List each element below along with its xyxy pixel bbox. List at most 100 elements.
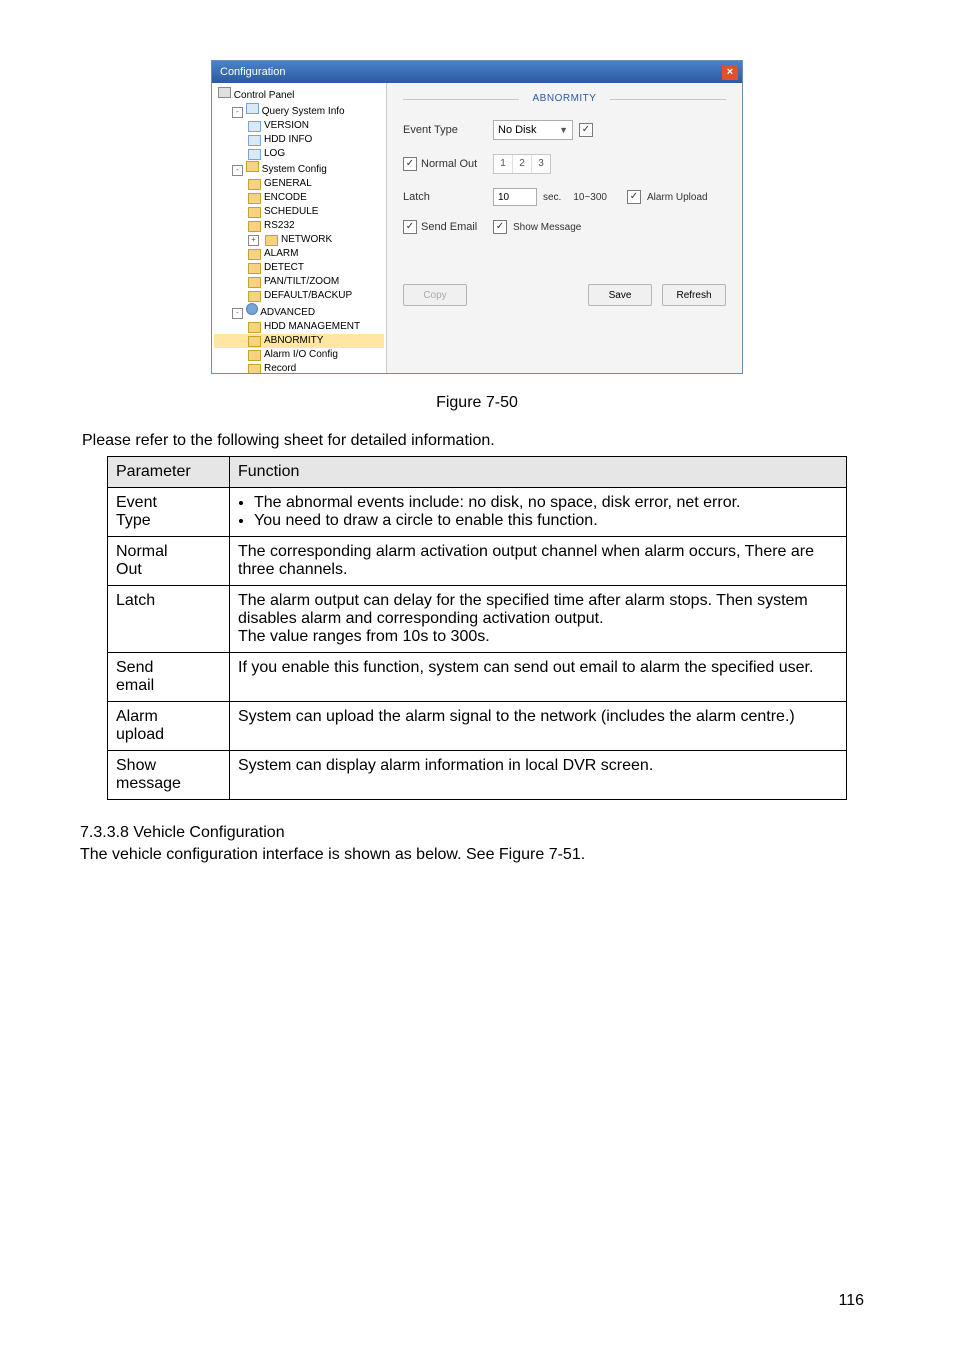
sidebar-item-label: System Config: [262, 164, 327, 175]
show-message-checkbox[interactable]: [493, 220, 507, 234]
event-type-value: No Disk: [498, 124, 537, 136]
event-type-label: Event Type: [403, 124, 493, 136]
table-row: NormalOutThe corresponding alarm activat…: [108, 537, 847, 586]
folder-icon: [248, 221, 261, 232]
sidebar-item[interactable]: ENCODE: [214, 191, 384, 205]
channel-cell[interactable]: 2: [513, 155, 532, 173]
refresh-button[interactable]: Refresh: [662, 284, 726, 306]
table-row: EventTypeThe abnormal events include: no…: [108, 488, 847, 537]
param-function: The corresponding alarm activation outpu…: [230, 537, 847, 586]
expander-icon[interactable]: -: [232, 107, 243, 118]
expander-icon[interactable]: -: [232, 308, 243, 319]
normal-out-checkbox[interactable]: [403, 157, 417, 171]
sidebar-item-label: DEFAULT/BACKUP: [264, 289, 352, 303]
latch-input[interactable]: 10: [493, 188, 537, 206]
sidebar-item-label: ADVANCED: [260, 307, 315, 318]
sidebar-item[interactable]: VERSION: [214, 119, 384, 133]
param-name: Showmessage: [108, 751, 230, 800]
parameter-table: Parameter Function EventTypeThe abnormal…: [107, 456, 847, 800]
file-icon: [248, 121, 261, 132]
send-email-checkbox[interactable]: [403, 220, 417, 234]
table-header-function: Function: [230, 457, 847, 488]
page-number: 116: [838, 1292, 864, 1310]
latch-range: 10~300: [573, 192, 607, 203]
sidebar-item-label: GENERAL: [264, 177, 312, 191]
sidebar-item[interactable]: HDD INFO: [214, 133, 384, 147]
sidebar-item-label: PAN/TILT/ZOOM: [264, 275, 339, 289]
channel-cell[interactable]: 3: [532, 155, 550, 173]
channel-selector[interactable]: 123: [493, 154, 551, 174]
sidebar-item[interactable]: PAN/TILT/ZOOM: [214, 275, 384, 289]
sidebar-item-label: RS232: [264, 219, 295, 233]
folder-icon: [265, 235, 278, 246]
sidebar-item-label: SCHEDULE: [264, 205, 318, 219]
alarm-upload-checkbox[interactable]: [627, 190, 641, 204]
expander-icon[interactable]: +: [248, 235, 259, 246]
param-function: The abnormal events include: no disk, no…: [230, 488, 847, 537]
folder-icon: [248, 336, 261, 347]
show-message-label: Show Message: [513, 222, 581, 233]
sidebar-item[interactable]: ALARM: [214, 247, 384, 261]
param-function: System can upload the alarm signal to th…: [230, 702, 847, 751]
figure-caption: Figure 7-50: [80, 394, 874, 412]
sidebar-item-label: Alarm I/O Config: [264, 348, 338, 362]
alarm-upload-label: Alarm Upload: [647, 192, 708, 203]
sidebar-item[interactable]: DETECT: [214, 261, 384, 275]
sidebar-item[interactable]: + NETWORK: [214, 233, 384, 247]
param-function: The alarm output can delay for the speci…: [230, 586, 847, 653]
sidebar-item[interactable]: - Query System Info: [214, 103, 384, 119]
file-icon: [248, 149, 261, 160]
sidebar-item[interactable]: ABNORMITY: [214, 334, 384, 348]
sidebar-item-label: HDD MANAGEMENT: [264, 320, 360, 334]
world-icon: [246, 303, 258, 315]
sidebar-item[interactable]: Control Panel: [214, 87, 384, 103]
expander-icon[interactable]: -: [232, 165, 243, 176]
sidebar-item[interactable]: DEFAULT/BACKUP: [214, 289, 384, 303]
config-window: Configuration × Control Panel- Query Sys…: [211, 60, 743, 374]
table-row: AlarmuploadSystem can upload the alarm s…: [108, 702, 847, 751]
sidebar-item[interactable]: - System Config: [214, 161, 384, 177]
folder-icon: [248, 277, 261, 288]
main-panel: ABNORMITY Event Type No Disk ▼ Normal Ou…: [387, 83, 742, 373]
sidebar-item[interactable]: GENERAL: [214, 177, 384, 191]
normal-out-label: Normal Out: [421, 158, 477, 170]
section-body: The vehicle configuration interface is s…: [80, 846, 874, 864]
sidebar-item[interactable]: HDD MANAGEMENT: [214, 320, 384, 334]
event-type-select[interactable]: No Disk ▼: [493, 120, 573, 140]
param-name: Alarmupload: [108, 702, 230, 751]
file-icon: [246, 103, 259, 114]
sidebar-item-label: NETWORK: [281, 233, 332, 247]
sidebar-item[interactable]: Alarm I/O Config: [214, 348, 384, 362]
sidebar: Control Panel- Query System Info VERSION…: [212, 83, 387, 373]
sidebar-item-label: ABNORMITY: [264, 334, 323, 348]
table-row: ShowmessageSystem can display alarm info…: [108, 751, 847, 800]
group-title: ABNORMITY: [403, 93, 726, 104]
folder-icon: [248, 193, 261, 204]
sidebar-item-label: VERSION: [264, 119, 309, 133]
param-name: Latch: [108, 586, 230, 653]
channel-cell[interactable]: 1: [494, 155, 513, 173]
folder-icon: [248, 249, 261, 260]
sidebar-item[interactable]: LOG: [214, 147, 384, 161]
param-name: EventType: [108, 488, 230, 537]
sidebar-item-label: DETECT: [264, 261, 304, 275]
latch-label: Latch: [403, 191, 493, 203]
param-name: NormalOut: [108, 537, 230, 586]
latch-unit: sec.: [543, 192, 561, 203]
sidebar-item-label: LOG: [264, 147, 285, 161]
intro-text: Please refer to the following sheet for …: [82, 432, 874, 450]
send-email-label: Send Email: [421, 221, 477, 233]
sidebar-item[interactable]: RS232: [214, 219, 384, 233]
folder-icon: [248, 179, 261, 190]
event-type-enable-checkbox[interactable]: [579, 123, 593, 137]
window-title: Configuration: [220, 66, 285, 78]
chevron-down-icon: ▼: [553, 125, 568, 135]
sidebar-item[interactable]: Record: [214, 362, 384, 373]
param-function: System can display alarm information in …: [230, 751, 847, 800]
folder-icon: [248, 322, 261, 333]
sidebar-item[interactable]: SCHEDULE: [214, 205, 384, 219]
save-button[interactable]: Save: [588, 284, 652, 306]
folder-icon: [248, 364, 261, 374]
close-icon[interactable]: ×: [722, 65, 738, 80]
sidebar-item[interactable]: - ADVANCED: [214, 303, 384, 320]
